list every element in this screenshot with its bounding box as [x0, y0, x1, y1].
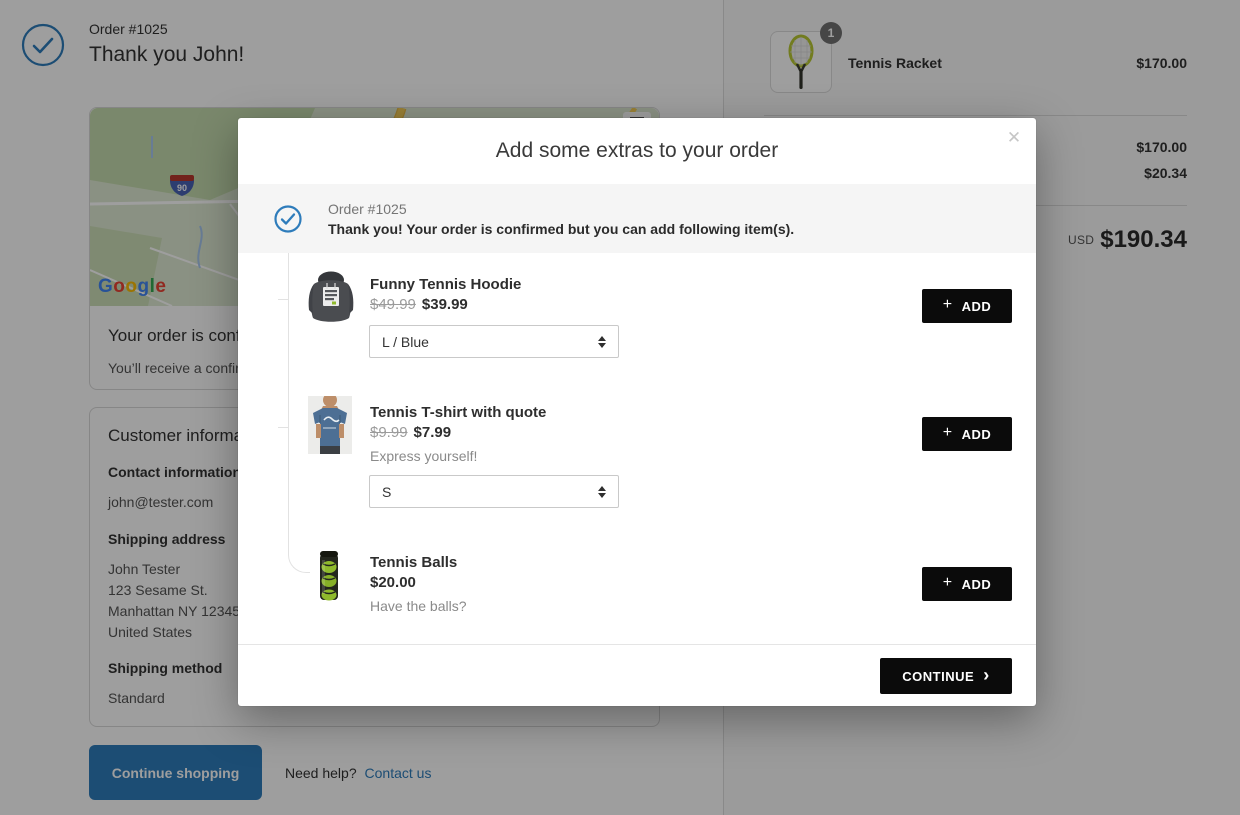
- product-name: Tennis Balls: [370, 554, 457, 571]
- tshirt-icon: [308, 396, 352, 454]
- variant-select[interactable]: L / Blue: [369, 325, 619, 358]
- product-price: $20.00: [370, 574, 416, 591]
- connector-tick: [278, 299, 288, 300]
- product-name: Tennis T-shirt with quote: [370, 404, 546, 421]
- product-price: $39.99: [422, 296, 468, 313]
- product-note: Express yourself!: [370, 448, 477, 464]
- banner-order-number: Order #1025: [328, 201, 407, 217]
- add-button[interactable]: + ADD: [922, 289, 1012, 323]
- select-arrows-icon: [598, 486, 606, 498]
- tennis-balls-tube-icon: [318, 550, 340, 602]
- add-button[interactable]: + ADD: [922, 567, 1012, 601]
- product-thumbnail-hoodie: [308, 270, 354, 329]
- chevron-right-icon: ›: [983, 665, 990, 686]
- product-note: Have the balls?: [370, 598, 467, 614]
- continue-button-label: CONTINUE: [902, 669, 974, 684]
- add-button-label: ADD: [962, 299, 992, 314]
- product-price: $7.99: [414, 424, 452, 441]
- variant-select[interactable]: S: [369, 475, 619, 508]
- success-check-icon: [274, 205, 302, 233]
- add-button-label: ADD: [962, 577, 992, 592]
- upsell-modal: Add some extras to your order ✕ Order #1…: [238, 118, 1036, 706]
- order-status-page: Order #1025 Thank you John!: [0, 0, 1240, 815]
- banner-message: Thank you! Your order is confirmed but y…: [328, 221, 794, 237]
- variant-select-value: S: [382, 484, 391, 500]
- modal-footer-divider: [238, 644, 1036, 645]
- add-button[interactable]: + ADD: [922, 417, 1012, 451]
- variant-select-value: L / Blue: [382, 334, 429, 350]
- add-button-label: ADD: [962, 427, 992, 442]
- connector-tick: [278, 427, 288, 428]
- product-thumbnail-tshirt: [308, 396, 352, 459]
- confirmation-banner: [238, 184, 1036, 253]
- plus-icon: +: [943, 574, 953, 592]
- product-old-price: $49.99: [370, 296, 416, 313]
- modal-title: Add some extras to your order: [238, 139, 1036, 163]
- plus-icon: +: [943, 296, 953, 314]
- select-arrows-icon: [598, 336, 606, 348]
- product-group-connector: [288, 253, 310, 573]
- close-icon[interactable]: ✕: [1000, 124, 1028, 152]
- product-old-price: $9.99: [370, 424, 408, 441]
- product-thumbnail-balls: [318, 550, 340, 607]
- plus-icon: +: [943, 424, 953, 442]
- product-name: Funny Tennis Hoodie: [370, 276, 521, 293]
- continue-button[interactable]: CONTINUE ›: [880, 658, 1012, 694]
- hoodie-icon: [308, 270, 354, 324]
